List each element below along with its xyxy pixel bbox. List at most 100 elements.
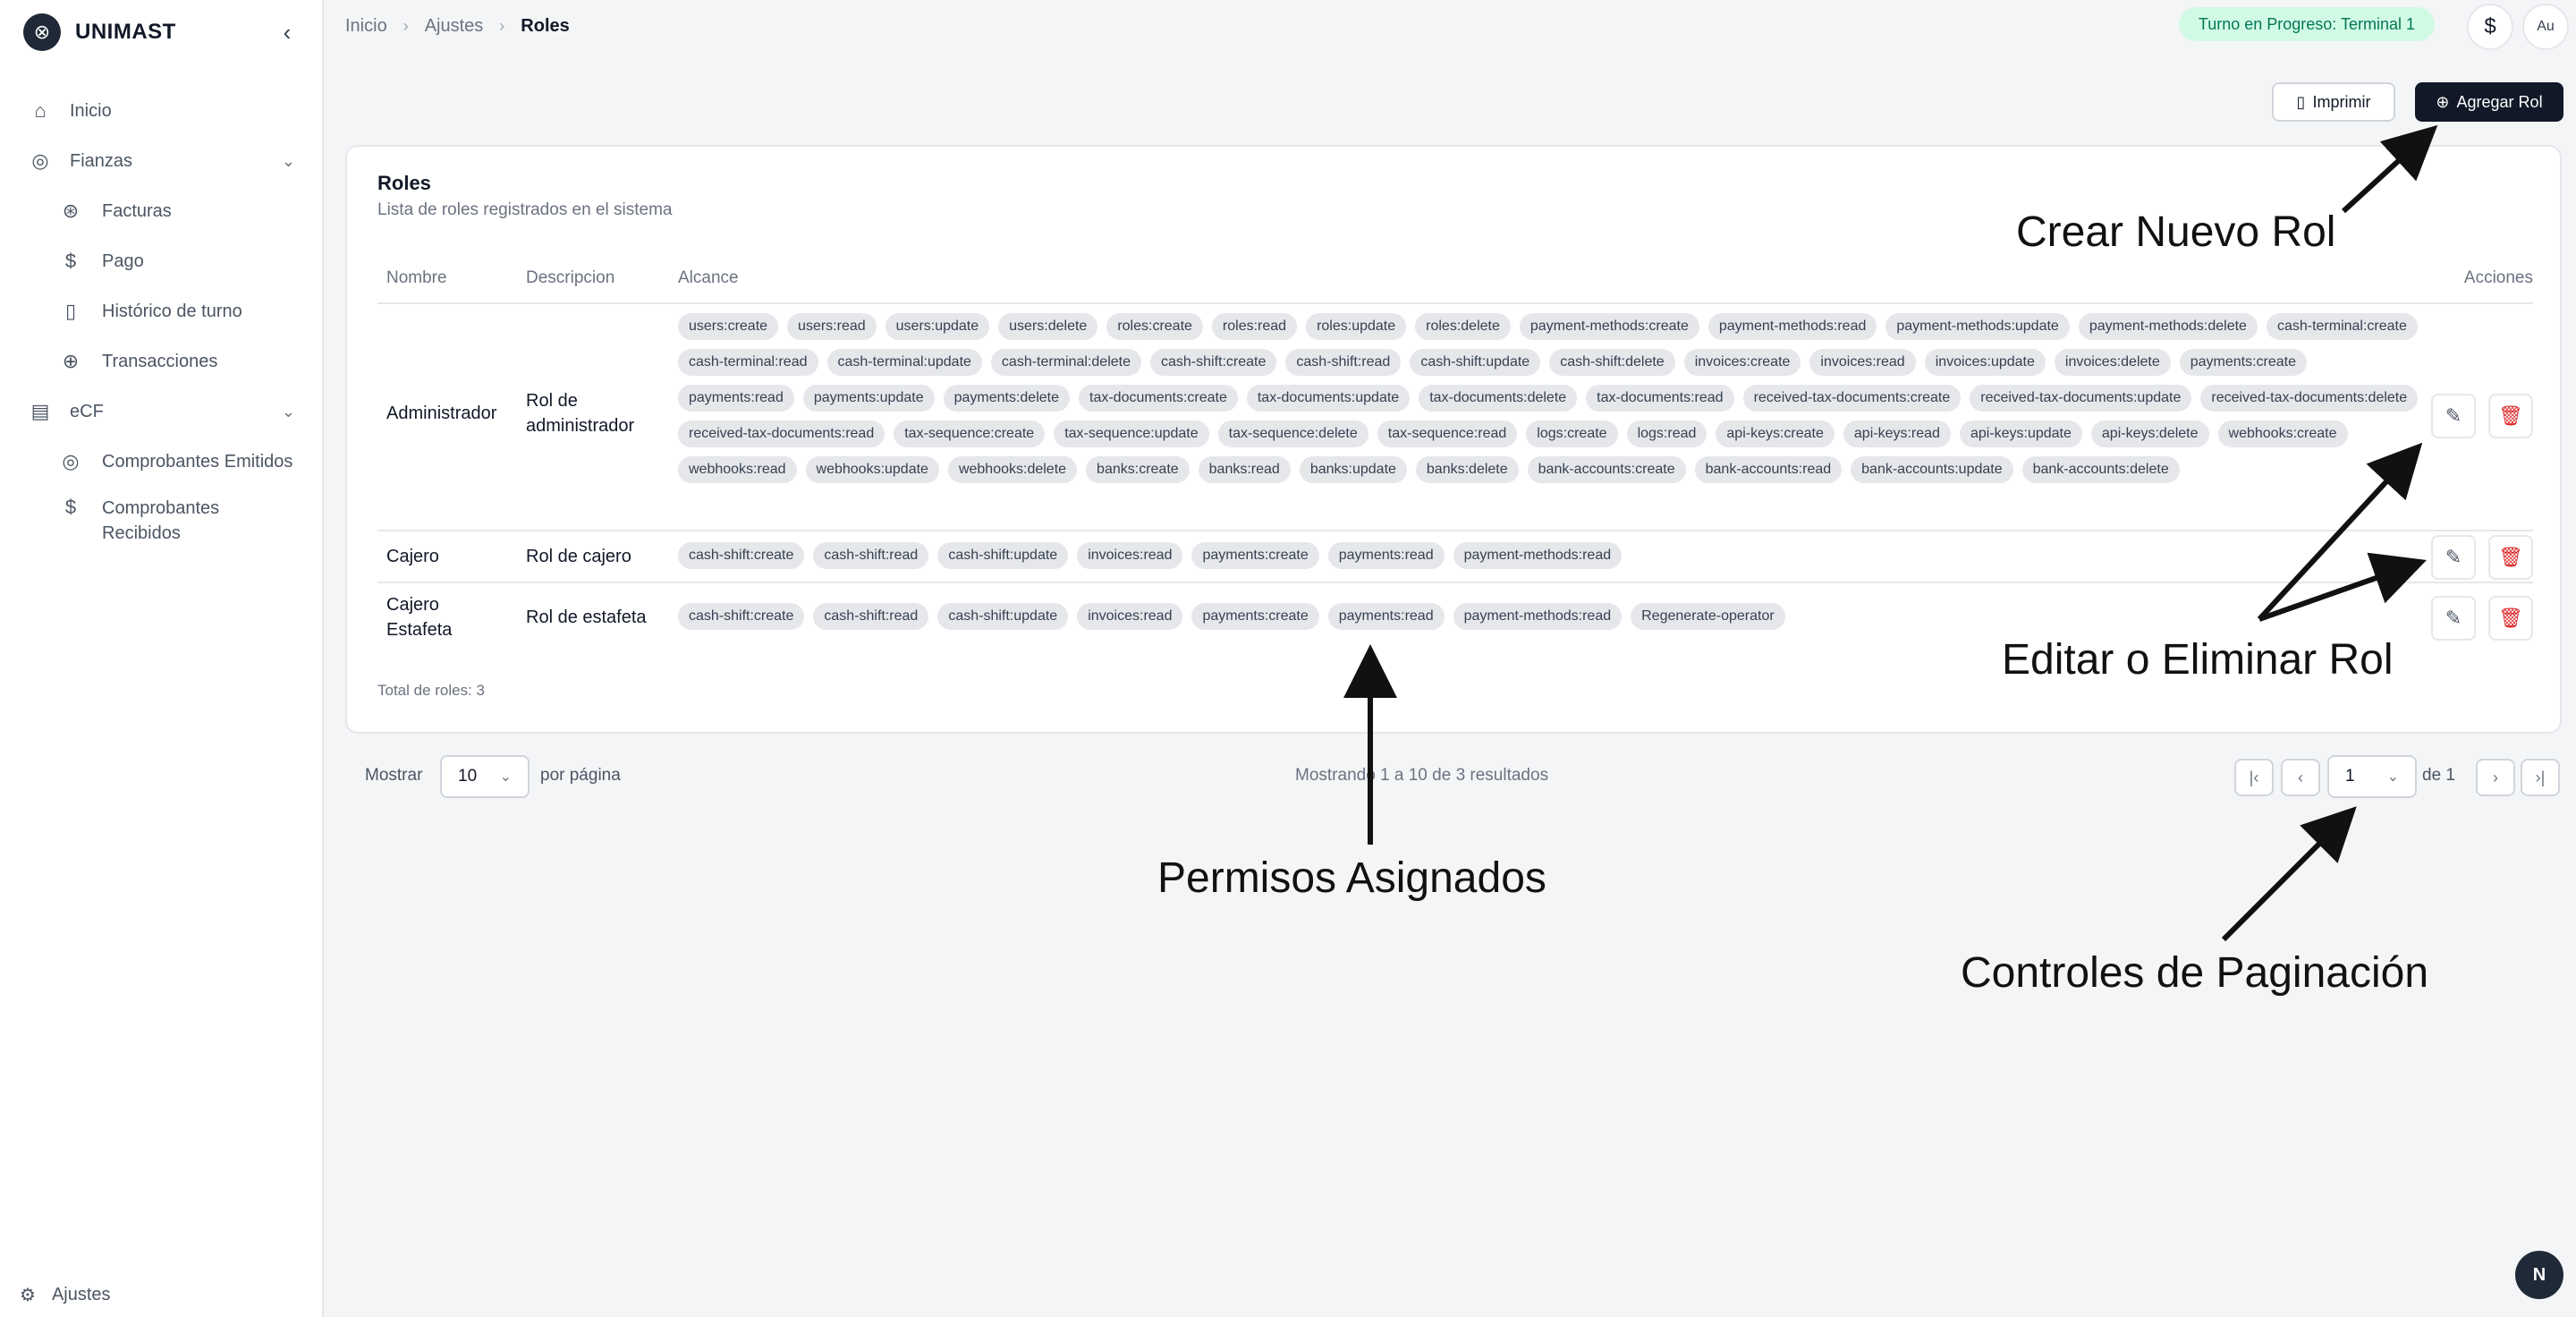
scope-chip: payments:delete bbox=[943, 385, 1070, 412]
scope-chip: received-tax-documents:update bbox=[1970, 385, 2192, 412]
dollar-icon: $ bbox=[64, 496, 77, 518]
sidebar-item-label: Inicio bbox=[70, 100, 112, 121]
scope-chip: tax-sequence:create bbox=[894, 421, 1046, 447]
sidebar-item-transacciones[interactable]: ⊕ Transacciones bbox=[0, 336, 322, 387]
chevron-right-icon: › bbox=[499, 16, 505, 35]
scope-chip: payments:create bbox=[1191, 542, 1319, 569]
pencil-icon: ✎ bbox=[2445, 546, 2462, 568]
sidebar-item-comprobantes-recibidos[interactable]: $ Comprobantes Recibidos bbox=[0, 487, 322, 553]
arrow-pagination bbox=[2221, 806, 2357, 942]
scope-chip: cash-shift:delete bbox=[1549, 349, 1675, 376]
chevrons-right-icon: ›| bbox=[2535, 768, 2546, 786]
scope-chip: tax-documents:read bbox=[1586, 385, 1734, 412]
sidebar-item-ecf[interactable]: ▤ eCF ⌄ bbox=[0, 387, 322, 437]
scope-chip: tax-documents:update bbox=[1246, 385, 1411, 412]
pencil-icon: ✎ bbox=[2445, 607, 2462, 629]
currency-button[interactable]: $ bbox=[2467, 4, 2513, 50]
scope-chip: logs:create bbox=[1526, 421, 1618, 447]
sidebar-item-historico-turno[interactable]: ▯ Histórico de turno bbox=[0, 286, 322, 336]
edit-role-button[interactable]: ✎ bbox=[2431, 596, 2476, 641]
trash-icon: 🗑 bbox=[2498, 607, 2523, 629]
chevron-down-icon: ⌄ bbox=[499, 769, 512, 785]
breadcrumb-ajustes[interactable]: Ajustes bbox=[425, 16, 484, 37]
scope-chip: roles:read bbox=[1211, 313, 1298, 340]
scope-chip: bank-accounts:create bbox=[1527, 456, 1686, 483]
scope-chip: cash-terminal:update bbox=[826, 349, 982, 376]
scope-chip: tax-sequence:update bbox=[1054, 421, 1209, 447]
prev-page-button[interactable]: ‹ bbox=[2281, 759, 2320, 796]
annotation-permissions: Permisos Asignados bbox=[1157, 854, 1546, 902]
scope-chip: roles:delete bbox=[1415, 313, 1511, 340]
scope-chip: invoices:delete bbox=[2054, 349, 2171, 376]
column-header-nombre: Nombre bbox=[386, 268, 447, 287]
scope-chip: payment-methods:update bbox=[1885, 313, 2070, 340]
sidebar-item-comprobantes-emitidos[interactable]: ◎ Comprobantes Emitidos bbox=[0, 437, 322, 487]
scope-chip: payments:read bbox=[1327, 542, 1445, 569]
scope-chip: api-keys:read bbox=[1843, 421, 1951, 447]
brand: ⊗ UNIMAST ‹ bbox=[23, 13, 301, 51]
annotation-edit-delete: Editar o Eliminar Rol bbox=[2002, 636, 2394, 684]
sidebar-item-fianzas[interactable]: ◎ Fianzas ⌄ bbox=[0, 136, 322, 186]
scope-chip: api-keys:create bbox=[1716, 421, 1835, 447]
page-select[interactable]: 1 ⌄ bbox=[2327, 755, 2417, 798]
scope-chip: received-tax-documents:read bbox=[678, 421, 886, 447]
gear-icon: ⚙ bbox=[20, 1285, 36, 1305]
breadcrumb-inicio[interactable]: Inicio bbox=[345, 16, 387, 37]
chevron-left-icon[interactable]: ‹ bbox=[274, 19, 301, 47]
sidebar-item-inicio[interactable]: ⌂ Inicio bbox=[0, 86, 322, 136]
scope-chips: cash-shift:create cash-shift:read cash-shi… bbox=[678, 603, 2422, 630]
page-value: 1 bbox=[2345, 767, 2355, 786]
document-icon: ▯ bbox=[2296, 92, 2306, 111]
chevron-down-icon: ⌄ bbox=[2386, 769, 2399, 785]
per-page-label: por página bbox=[540, 766, 621, 785]
chevron-right-icon: › bbox=[402, 16, 409, 35]
trash-icon: 🗑 bbox=[2498, 404, 2523, 427]
scope-chip: bank-accounts:read bbox=[1694, 456, 1843, 483]
total-roles: Total de roles: 3 bbox=[377, 682, 486, 699]
scope-chip: payments:read bbox=[678, 385, 794, 412]
sidebar-item-label: Comprobantes Recibidos bbox=[102, 498, 220, 543]
delete-role-button[interactable]: 🗑 bbox=[2488, 535, 2533, 580]
sidebar-item-ajustes[interactable]: ⚙ Ajustes bbox=[20, 1272, 111, 1317]
scope-chip: users:update bbox=[885, 313, 990, 340]
pagination: Mostrar 10 ⌄ por página Mostrando 1 a 10… bbox=[365, 755, 2560, 800]
scope-chip: cash-shift:update bbox=[937, 603, 1069, 630]
scope-chip: cash-shift:update bbox=[1410, 349, 1541, 376]
scope-chip: cash-shift:create bbox=[1150, 349, 1277, 376]
n-badge-icon[interactable]: N bbox=[2515, 1251, 2563, 1299]
print-button[interactable]: ▯ Imprimir bbox=[2272, 82, 2395, 122]
edit-role-button[interactable]: ✎ bbox=[2431, 535, 2476, 580]
edit-role-button[interactable]: ✎ bbox=[2431, 394, 2476, 438]
column-header-acciones: Acciones bbox=[2463, 268, 2533, 287]
sidebar-item-label: Comprobantes Emitidos bbox=[102, 451, 293, 472]
book-icon: ▯ bbox=[64, 300, 77, 322]
scope-chip: payments:create bbox=[2179, 349, 2308, 376]
sidebar-item-pago[interactable]: $ Pago bbox=[0, 236, 322, 286]
scope-chip: webhooks:delete bbox=[947, 456, 1078, 483]
scope-chip: api-keys:delete bbox=[2090, 421, 2209, 447]
first-page-button[interactable]: |‹ bbox=[2234, 759, 2274, 796]
dollar-icon: $ bbox=[2484, 14, 2496, 38]
table-header: Nombre Descripcion Alcance Acciones bbox=[377, 254, 2533, 304]
scope-chip: users:delete bbox=[998, 313, 1098, 340]
coins-icon: ◎ bbox=[62, 450, 80, 472]
sidebar-item-facturas[interactable]: ⊛ Facturas bbox=[0, 186, 322, 236]
avatar[interactable]: Au bbox=[2522, 4, 2569, 50]
last-page-button[interactable]: ›| bbox=[2521, 759, 2560, 796]
add-role-button[interactable]: ⊕ Agregar Rol bbox=[2415, 82, 2563, 122]
delete-role-button[interactable]: 🗑 bbox=[2488, 596, 2533, 641]
table-row: Administrador Rol de administrador users… bbox=[377, 304, 2533, 531]
annotation-create-role: Crear Nuevo Rol bbox=[2016, 208, 2336, 256]
delete-role-button[interactable]: 🗑 bbox=[2488, 394, 2533, 438]
scope-chips: cash-shift:create cash-shift:read cash-shi… bbox=[678, 542, 2422, 569]
sidebar-item-label: Facturas bbox=[102, 200, 172, 221]
scope-chip: cash-shift:update bbox=[937, 542, 1069, 569]
annotation-pagination: Controles de Paginación bbox=[1961, 949, 2429, 997]
per-page-select[interactable]: 10 ⌄ bbox=[440, 755, 530, 798]
roles-table: Nombre Descripcion Alcance Acciones Admi… bbox=[377, 254, 2533, 653]
card-subtitle: Lista de roles registrados en el sistema bbox=[377, 200, 673, 219]
sidebar: ⊗ UNIMAST ‹ ⌂ Inicio ◎ Fianzas ⌄ ⊛ Factu… bbox=[0, 0, 324, 1317]
table-row: Cajero Rol de cajero cash-shift:create ca… bbox=[377, 531, 2533, 583]
next-page-button[interactable]: › bbox=[2476, 759, 2515, 796]
sidebar-item-label: Ajustes bbox=[51, 1284, 111, 1304]
